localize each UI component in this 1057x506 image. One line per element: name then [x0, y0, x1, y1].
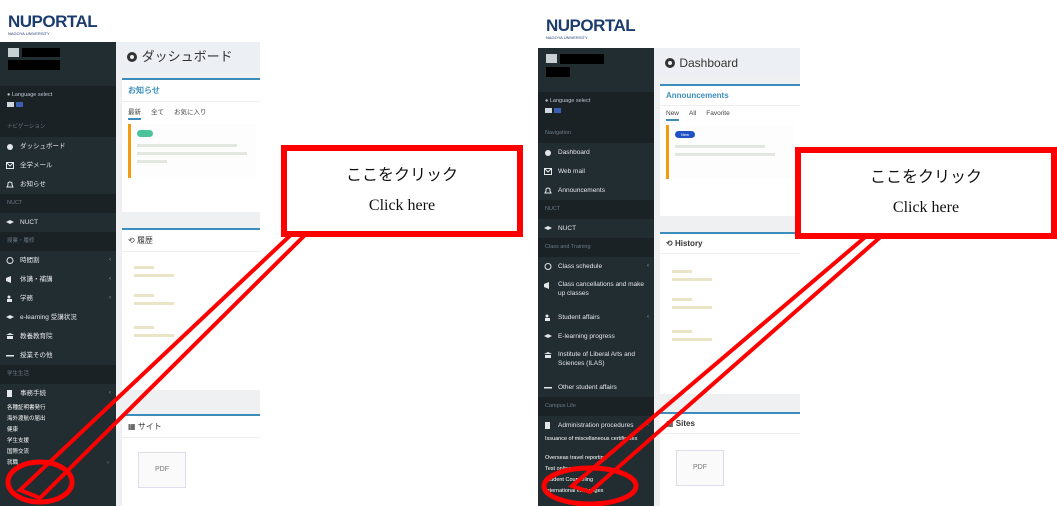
callout-jp: ここをクリック [345, 167, 458, 184]
callout-tail-left [16, 228, 315, 501]
callout-en: Click here [892, 199, 960, 216]
callout-jp: ここをクリック [869, 169, 982, 186]
callout-text-right: ここをクリック Click here [836, 163, 1016, 223]
annotation-overlay [5, 145, 1057, 506]
highlight-ellipse-right [541, 465, 639, 506]
callout-text-left: ここをクリック Click here [312, 161, 492, 221]
callout-tail-right [567, 231, 891, 495]
callout-en: Click here [368, 197, 436, 214]
